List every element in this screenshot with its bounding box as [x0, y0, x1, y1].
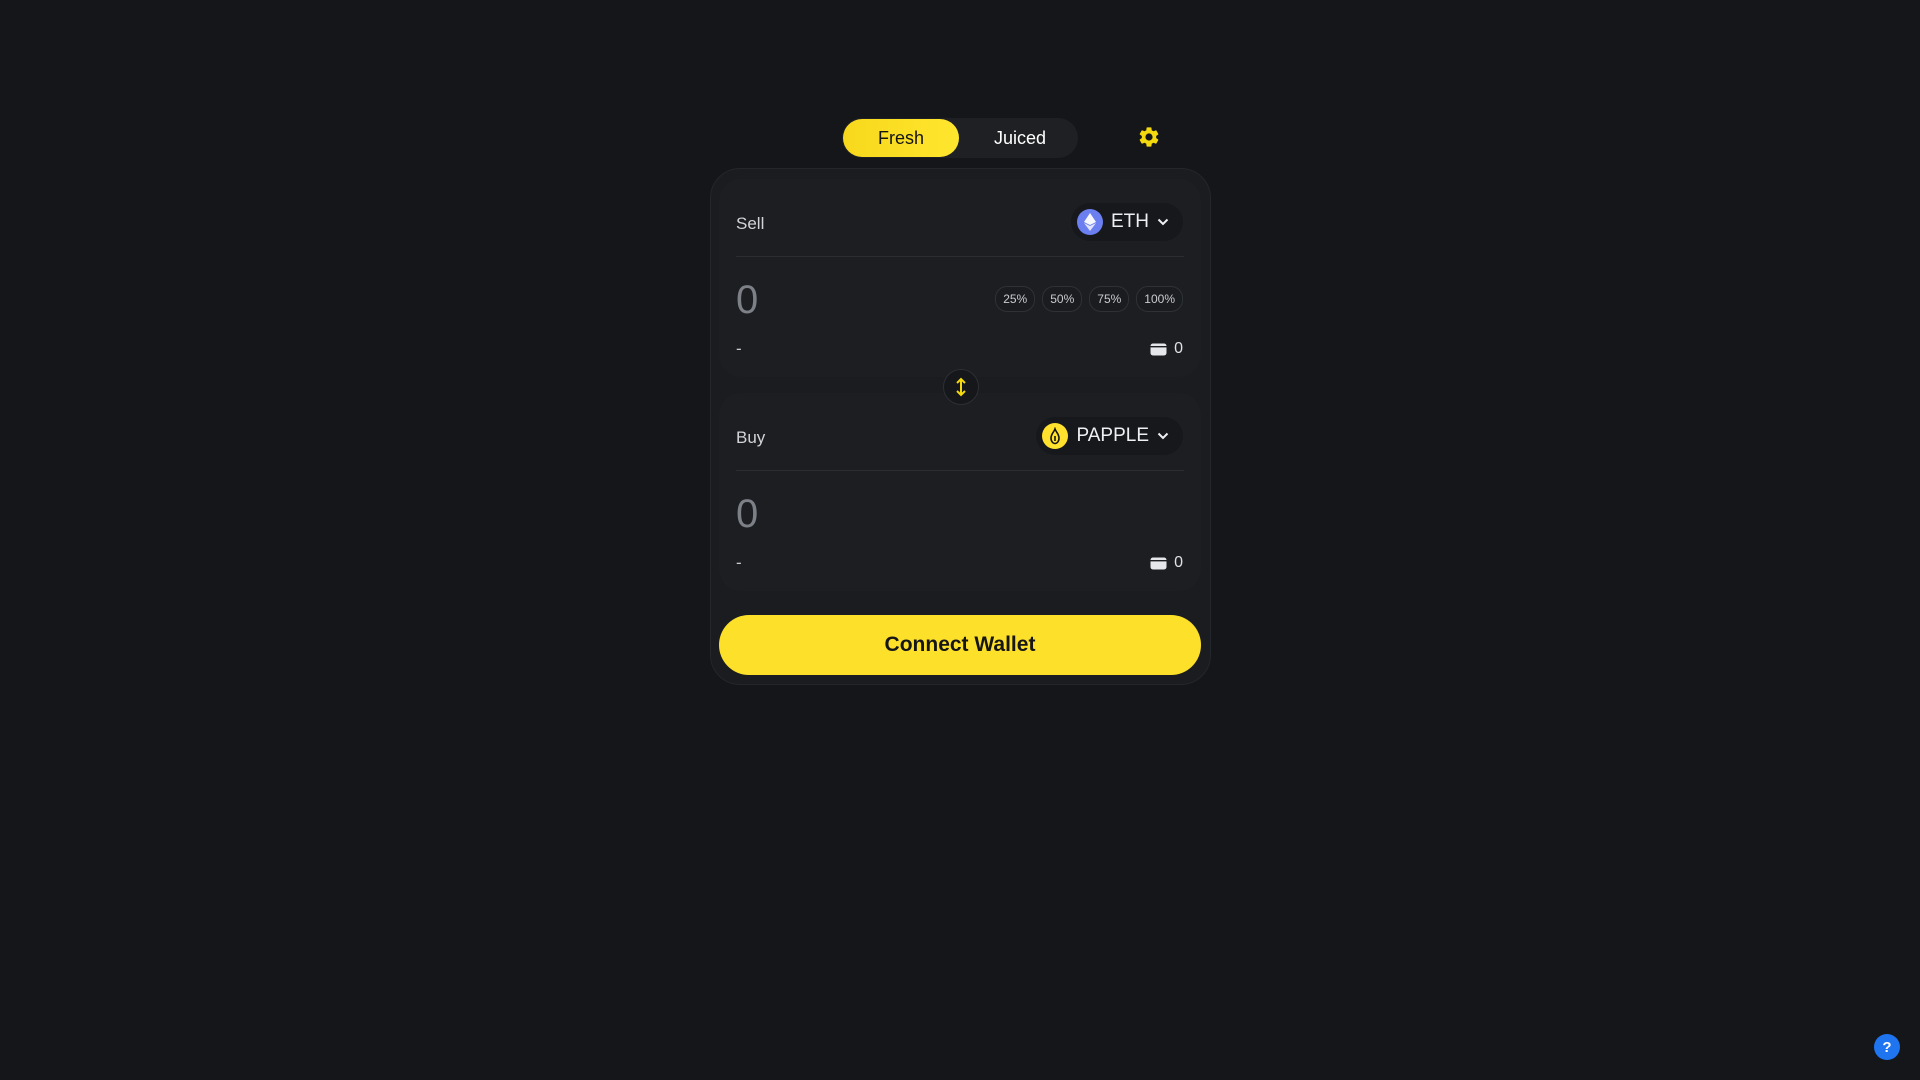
connect-wallet-button[interactable]: Connect Wallet: [719, 615, 1201, 675]
papple-token-icon: [1042, 423, 1069, 449]
mode-toggle: Fresh Juiced: [842, 118, 1078, 158]
buy-balance-value: 0: [1174, 554, 1183, 571]
swap-card: Sell ETH 25% 50% 75% 100% -: [710, 168, 1211, 685]
wallet-icon: [1150, 557, 1167, 569]
divider: [736, 470, 1184, 471]
buy-balance: 0: [1150, 554, 1183, 572]
wallet-icon: [1150, 343, 1167, 355]
percent-buttons: 25% 50% 75% 100%: [995, 286, 1183, 312]
ethereum-icon: [1077, 209, 1103, 235]
sell-usd-value: -: [736, 339, 742, 358]
sell-label: Sell: [736, 214, 765, 233]
gear-icon: [1139, 127, 1159, 147]
help-button[interactable]: ?: [1874, 1034, 1900, 1060]
tab-fresh[interactable]: Fresh: [843, 119, 959, 157]
swap-arrows-icon: [956, 377, 966, 397]
sell-balance-value: 0: [1174, 340, 1183, 357]
percent-75-button[interactable]: 75%: [1089, 286, 1130, 312]
buy-token-select[interactable]: PAPPLE: [1036, 417, 1183, 455]
swap-direction-button[interactable]: [943, 369, 979, 405]
chevron-down-icon: [1157, 218, 1169, 226]
percent-50-button[interactable]: 50%: [1042, 286, 1083, 312]
percent-100-button[interactable]: 100%: [1136, 286, 1183, 312]
sell-panel: Sell ETH 25% 50% 75% 100% -: [719, 179, 1201, 377]
buy-amount-input[interactable]: [736, 485, 976, 543]
settings-button[interactable]: [1137, 125, 1161, 149]
tab-juiced[interactable]: Juiced: [964, 119, 1076, 157]
sell-token-symbol: ETH: [1111, 211, 1149, 232]
sell-amount-input[interactable]: [736, 271, 976, 329]
buy-token-symbol: PAPPLE: [1076, 425, 1149, 446]
chevron-down-icon: [1157, 432, 1169, 440]
sell-balance: 0: [1150, 340, 1183, 358]
buy-label: Buy: [736, 428, 766, 447]
buy-panel: Buy PAPPLE - 0: [719, 393, 1201, 591]
sell-token-select[interactable]: ETH: [1071, 203, 1183, 241]
percent-25-button[interactable]: 25%: [995, 286, 1036, 312]
divider: [736, 256, 1184, 257]
buy-usd-value: -: [736, 553, 742, 572]
